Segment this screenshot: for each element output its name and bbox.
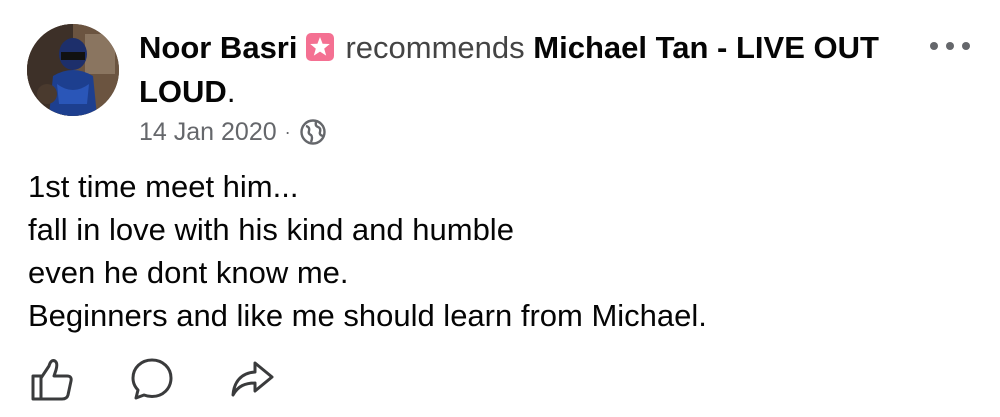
avatar-image	[27, 24, 119, 116]
avatar[interactable]	[27, 24, 119, 116]
post-header: Noor Basri recommends Michael Tan - LIVE…	[139, 26, 899, 114]
meta-separator: ·	[284, 122, 291, 142]
post-date[interactable]: 14 Jan 2020	[139, 114, 277, 150]
author-name[interactable]: Noor Basri	[139, 30, 297, 65]
recommends-verb: recommends	[345, 30, 525, 65]
recommendation-post: Noor Basri recommends Michael Tan - LIVE…	[0, 0, 1000, 417]
share-icon[interactable]	[228, 355, 276, 403]
comment-icon[interactable]	[128, 355, 176, 403]
like-icon[interactable]	[28, 355, 76, 403]
page-name-period: .	[226, 74, 236, 109]
post-body-line: even he dont know me.	[28, 255, 349, 290]
more-dot	[962, 42, 970, 50]
more-dot	[946, 42, 954, 50]
post-meta: 14 Jan 2020 ·	[139, 114, 327, 150]
post-actions	[28, 355, 328, 403]
post-body: 1st time meet him... fall in love with h…	[28, 165, 707, 337]
post-body-line: fall in love with his kind and humble	[28, 212, 514, 247]
more-options-button[interactable]	[930, 36, 970, 56]
recommendation-star-badge-icon	[306, 33, 335, 61]
post-body-line: Beginners and like me should learn from …	[28, 298, 707, 333]
globe-icon	[299, 119, 326, 145]
post-body-line: 1st time meet him...	[28, 169, 299, 204]
more-dot	[930, 42, 938, 50]
